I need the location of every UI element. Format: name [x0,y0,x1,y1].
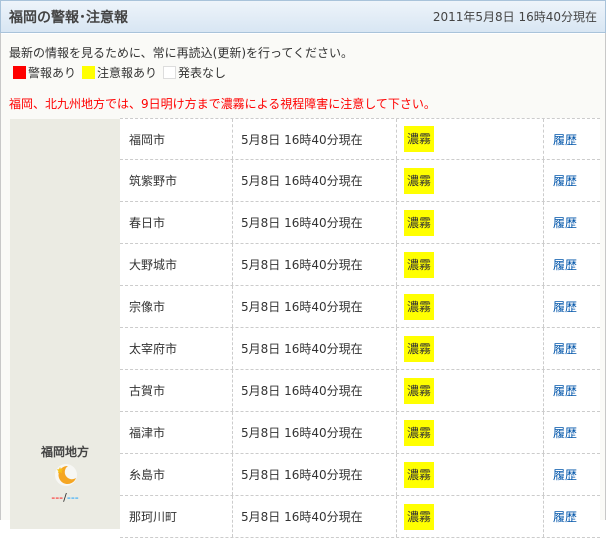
city-name: 福津市 [120,412,233,453]
issued-time: 5月8日 16時40分現在 [233,496,397,537]
city-name: 筑紫野市 [120,160,233,201]
warning-cell: 濃霧 [397,286,544,327]
warning-cell: 濃霧 [397,496,544,537]
table-row: 宗像市 5月8日 16時40分現在 濃霧 履歴 [120,286,600,328]
legend-warning: 警報あり [13,64,76,81]
city-name: 那珂川町 [120,496,233,537]
issued-time: 5月8日 16時40分現在 [233,286,397,327]
temperature: ---/--- [51,491,79,504]
advisory-badge: 濃霧 [404,126,435,152]
table-row: 糸島市 5月8日 16時40分現在 濃霧 履歴 [120,454,600,496]
legend-advisory: 注意報あり [82,64,157,81]
history-link[interactable]: 履歴 [544,424,577,441]
history-link[interactable]: 履歴 [544,340,577,357]
table-row: 大野城市 5月8日 16時40分現在 濃霧 履歴 [120,244,600,286]
moon-icon [55,464,77,486]
city-name: 糸島市 [120,454,233,495]
advisory-badge: 濃霧 [404,461,435,488]
history-link[interactable]: 履歴 [544,131,577,148]
advisory-badge: 濃霧 [404,167,435,194]
warning-cell: 濃霧 [397,370,544,411]
header: 福岡の警報･注意報 2011年5月8日 16時40分現在 [0,0,606,33]
warning-cell: 濃霧 [397,412,544,453]
history-link[interactable]: 履歴 [544,214,577,231]
advisory-badge: 濃霧 [404,251,435,278]
white-swatch-icon [163,66,177,79]
page-title: 福岡の警報･注意報 [9,9,128,26]
city-name: 太宰府市 [120,328,233,369]
advisory-badge: 濃霧 [404,503,435,530]
warning-cell: 濃霧 [397,328,544,369]
legend-none: 発表なし [163,64,226,81]
timestamp: 2011年5月8日 16時40分現在 [432,10,597,24]
history-link[interactable]: 履歴 [544,256,577,273]
issued-time: 5月8日 16時40分現在 [233,370,397,411]
table-row: 福岡市 5月8日 16時40分現在 濃霧 履歴 [120,118,600,160]
city-name: 春日市 [120,202,233,243]
table-row: 古賀市 5月8日 16時40分現在 濃霧 履歴 [120,370,600,412]
yellow-swatch-icon [82,66,96,79]
warning-cell: 濃霧 [397,119,544,159]
history-link[interactable]: 履歴 [544,172,577,189]
table-row: 春日市 5月8日 16時40分現在 濃霧 履歴 [120,202,600,244]
history-link[interactable]: 履歴 [544,466,577,483]
warnings-table: 福岡市 5月8日 16時40分現在 濃霧 履歴 筑紫野市 5月8日 16時40分現… [120,118,600,538]
history-link[interactable]: 履歴 [544,382,577,399]
city-name: 古賀市 [120,370,233,411]
table-row: 太宰府市 5月8日 16時40分現在 濃霧 履歴 [120,328,600,370]
issued-time: 5月8日 16時40分現在 [233,244,397,285]
warning-cell: 濃霧 [397,244,544,285]
red-swatch-icon [13,66,26,79]
alert-message: 福岡、北九州地方では、9日明け方まで濃霧による視程障害に注意して下さい。 [9,97,436,111]
issued-time: 5月8日 16時40分現在 [233,160,397,201]
advisory-badge: 濃霧 [404,293,435,320]
issued-time: 5月8日 16時40分現在 [233,202,397,243]
history-link[interactable]: 履歴 [544,298,577,315]
advisory-badge: 濃霧 [404,335,435,362]
refresh-notice: 最新の情報を見るために、常に再読込(更新)を行ってください。 [9,46,354,60]
content: 最新の情報を見るために、常に再読込(更新)を行ってください。 警報あり 注意報あ… [1,34,605,538]
advisory-badge: 濃霧 [404,419,435,446]
region-cell: 福岡地方 ---/--- [10,119,120,529]
warning-cell: 濃霧 [397,202,544,243]
warning-cell: 濃霧 [397,160,544,201]
issued-time: 5月8日 16時40分現在 [233,119,397,159]
city-name: 大野城市 [120,244,233,285]
city-name: 福岡市 [120,119,233,159]
issued-time: 5月8日 16時40分現在 [233,412,397,453]
advisory-badge: 濃霧 [404,377,435,404]
history-link[interactable]: 履歴 [544,508,577,525]
table-row: 筑紫野市 5月8日 16時40分現在 濃霧 履歴 [120,160,600,202]
legend: 警報あり 注意報あり 発表なし [13,64,226,81]
table-row: 那珂川町 5月8日 16時40分現在 濃霧 履歴 [120,496,600,538]
issued-time: 5月8日 16時40分現在 [233,454,397,495]
region-name: 福岡地方 [40,445,89,459]
city-name: 宗像市 [120,286,233,327]
advisory-badge: 濃霧 [404,209,435,236]
warning-cell: 濃霧 [397,454,544,495]
issued-time: 5月8日 16時40分現在 [233,328,397,369]
table-row: 福津市 5月8日 16時40分現在 濃霧 履歴 [120,412,600,454]
